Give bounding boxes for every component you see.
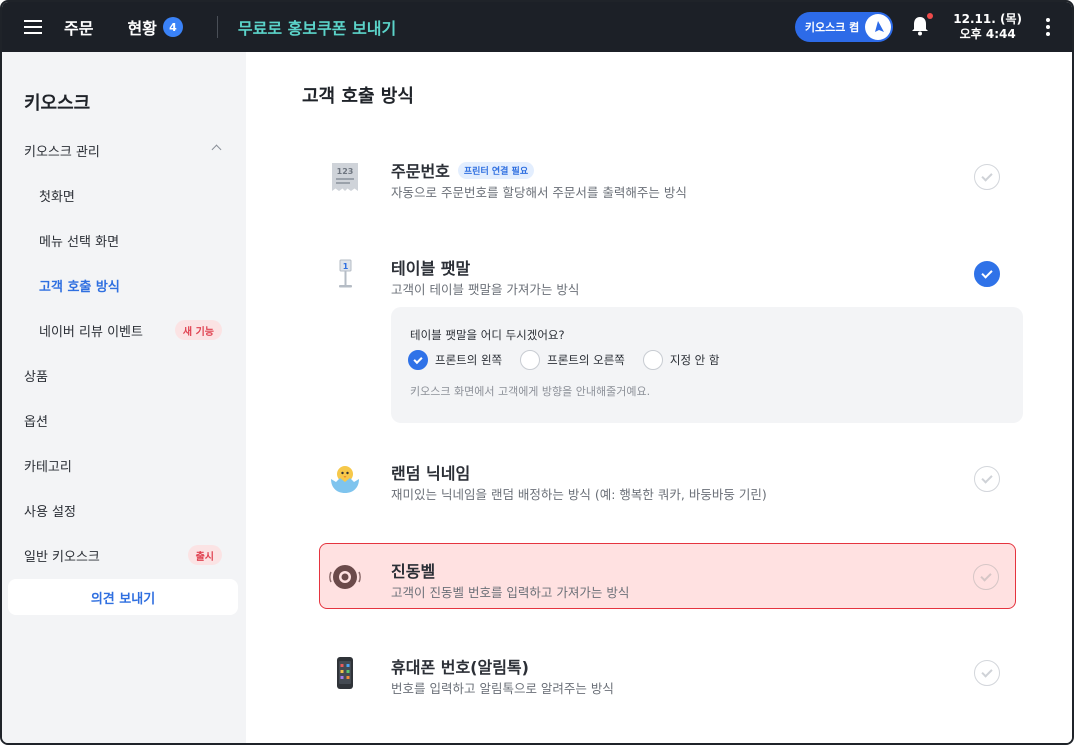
- page-title: 고객 호출 방식: [302, 86, 414, 107]
- new-feature-badge: 새 기능: [174, 320, 222, 340]
- call-option-table-sign[interactable]: 1 테이블 팻말 고객이 테이블 팻말을 가져가는 방식: [320, 241, 1016, 307]
- radio-label: 프론트의 왼쪽: [435, 353, 503, 367]
- option-description: 자동으로 주문번호를 할당해서 주문서를 출력해주는 방식: [391, 185, 687, 200]
- radio-unchecked-icon: [642, 350, 663, 370]
- svg-text:123: 123: [337, 167, 354, 176]
- tab-status[interactable]: 현황 4: [127, 15, 183, 39]
- table-sign-icon: 1: [328, 257, 362, 291]
- sidebar-item-products[interactable]: 상품: [2, 357, 246, 393]
- sidebar-item-label: 옵션: [24, 414, 48, 430]
- sidebar-item-menu-select-screen[interactable]: 메뉴 선택 화면: [2, 222, 246, 258]
- option-label-text: 주문번호: [391, 162, 450, 181]
- sidebar-item-label: 첫화면: [39, 189, 75, 205]
- vibration-bell-icon: [328, 560, 362, 594]
- promo-coupon-link[interactable]: 무료로 홍보쿠폰 보내기: [238, 15, 396, 39]
- sidebar-item-label: 카테고리: [24, 459, 72, 475]
- option-check-icon[interactable]: [974, 660, 1000, 686]
- app-window: 주문 현황 4 무료로 홍보쿠폰 보내기 키오스크 켬 12.11. (목) 오…: [0, 0, 1074, 745]
- notification-bell-icon[interactable]: [909, 13, 934, 39]
- call-option-vibration-bell[interactable]: 진동벨 고객이 진동벨 번호를 입력하고 가져가는 방식: [319, 543, 1016, 609]
- sidebar: 키오스크 키오스크 관리 첫화면 메뉴 선택 화면 고객 호출 방식 네이버 리…: [2, 52, 246, 743]
- notification-dot: [927, 13, 934, 19]
- main-content: 고객 호출 방식 123 주문번호 프린터 연결 필요 자동으로 주문번호를 할…: [246, 52, 1072, 743]
- location-radio-group: 프론트의 왼쪽 프론트의 오른쪽 지정 안 함: [408, 350, 738, 370]
- svg-text:1: 1: [343, 262, 349, 271]
- sidebar-group-kiosk-manage[interactable]: 키오스크 관리: [2, 132, 246, 168]
- launch-badge: 출시: [187, 545, 222, 565]
- sidebar-item-label: 메뉴 선택 화면: [39, 234, 120, 250]
- call-option-random-nickname[interactable]: 랜덤 닉네임 재미있는 닉네임을 랜덤 배정하는 방식 (예: 행복한 쿼카, …: [320, 446, 1016, 512]
- sidebar-group-label: 키오스크 관리: [24, 144, 100, 160]
- status-count-badge: 4: [162, 17, 183, 37]
- option-label-text: 진동벨: [391, 562, 436, 581]
- top-bar: 주문 현황 4 무료로 홍보쿠폰 보내기 키오스크 켬 12.11. (목) 오…: [2, 2, 1072, 52]
- radio-checked-icon: [408, 350, 428, 370]
- feedback-button[interactable]: 의견 보내기: [8, 579, 238, 615]
- sidebar-item-options[interactable]: 옵션: [2, 402, 246, 438]
- clock-time: 오후 4:44: [959, 27, 1016, 41]
- tab-status-label: 현황: [127, 19, 157, 38]
- phone-icon: [328, 656, 362, 690]
- option-label: 휴대폰 번호(알림톡): [391, 654, 529, 678]
- option-description: 번호를 입력하고 알림톡으로 알려주는 방식: [391, 681, 614, 696]
- call-option-phone-number[interactable]: 휴대폰 번호(알림톡) 번호를 입력하고 알림톡으로 알려주는 방식: [320, 640, 1016, 706]
- receipt-123-icon: 123: [328, 160, 362, 194]
- location-question: 테이블 팻말을 어디 두시겠어요?: [410, 328, 565, 342]
- printer-required-badge: 프린터 연결 필요: [457, 161, 535, 179]
- radio-label: 지정 안 함: [669, 353, 720, 367]
- sidebar-item-naver-review-event[interactable]: 네이버 리뷰 이벤트 새 기능: [2, 312, 246, 348]
- sidebar-item-label: 네이버 리뷰 이벤트: [39, 324, 143, 340]
- option-check-icon[interactable]: [974, 164, 1000, 190]
- option-label: 주문번호 프린터 연결 필요: [391, 158, 535, 182]
- radio-front-left[interactable]: 프론트의 왼쪽: [408, 350, 502, 370]
- radio-front-right[interactable]: 프론트의 오른쪽: [520, 350, 625, 370]
- chick-icon: [328, 462, 362, 496]
- sidebar-item-label: 상품: [24, 369, 48, 385]
- sidebar-item-general-kiosk[interactable]: 일반 키오스크 출시: [2, 537, 246, 573]
- sidebar-item-customer-call[interactable]: 고객 호출 방식: [2, 267, 246, 303]
- top-right-controls: 키오스크 켬 12.11. (목) 오후 4:44: [794, 12, 1072, 42]
- option-label-text: 테이블 팻말: [391, 259, 471, 278]
- more-options-icon[interactable]: [1038, 15, 1058, 39]
- option-check-icon[interactable]: [974, 466, 1000, 492]
- option-description: 고객이 테이블 팻말을 가져가는 방식: [391, 282, 580, 297]
- clock-date: 12.11. (목): [953, 12, 1022, 26]
- sidebar-item-label: 일반 키오스크: [24, 549, 100, 565]
- option-description: 재미있는 닉네임을 랜덤 배정하는 방식 (예: 행복한 쿼카, 바둥바둥 기린…: [391, 487, 767, 502]
- option-label: 랜덤 닉네임: [391, 460, 470, 484]
- call-option-order-number[interactable]: 123 주문번호 프린터 연결 필요 자동으로 주문번호를 할당해서 주문서를 …: [320, 144, 1016, 210]
- option-label: 진동벨: [391, 558, 435, 582]
- option-label: 테이블 팻말: [391, 255, 470, 279]
- option-label-text: 휴대폰 번호(알림톡): [391, 658, 529, 677]
- table-sign-location-panel: 테이블 팻말을 어디 두시겠어요? 프론트의 왼쪽 프론트의 오른쪽 지정 안 …: [391, 307, 1023, 423]
- radio-unspecified[interactable]: 지정 안 함: [642, 350, 720, 370]
- sidebar-title: 키오스크: [24, 93, 91, 114]
- kiosk-logo-icon: [865, 14, 892, 40]
- kiosk-toggle-button[interactable]: 키오스크 켬: [794, 12, 894, 42]
- location-hint: 키오스크 화면에서 고객에게 방향을 안내해줄거예요.: [410, 385, 651, 398]
- nav-divider: [216, 16, 218, 38]
- sidebar-item-label: 사용 설정: [24, 504, 76, 520]
- radio-unchecked-icon: [520, 350, 541, 370]
- sidebar-item-categories[interactable]: 카테고리: [2, 447, 246, 483]
- chevron-up-icon: [211, 144, 222, 155]
- sidebar-item-first-screen[interactable]: 첫화면: [2, 177, 246, 213]
- clock: 12.11. (목) 오후 4:44: [953, 12, 1022, 42]
- option-label-text: 랜덤 닉네임: [391, 464, 471, 483]
- option-check-icon[interactable]: [973, 564, 999, 590]
- tab-orders[interactable]: 주문: [64, 15, 93, 39]
- hamburger-menu-icon[interactable]: [2, 2, 64, 52]
- tab-orders-label: 주문: [64, 19, 94, 38]
- sidebar-item-usage-settings[interactable]: 사용 설정: [2, 492, 246, 528]
- option-description: 고객이 진동벨 번호를 입력하고 가져가는 방식: [391, 585, 630, 600]
- sidebar-item-label: 고객 호출 방식: [39, 279, 120, 295]
- option-check-icon-selected[interactable]: [974, 261, 1000, 287]
- kiosk-toggle-label: 키오스크 켬: [804, 21, 860, 34]
- radio-label: 프론트의 오른쪽: [547, 353, 625, 367]
